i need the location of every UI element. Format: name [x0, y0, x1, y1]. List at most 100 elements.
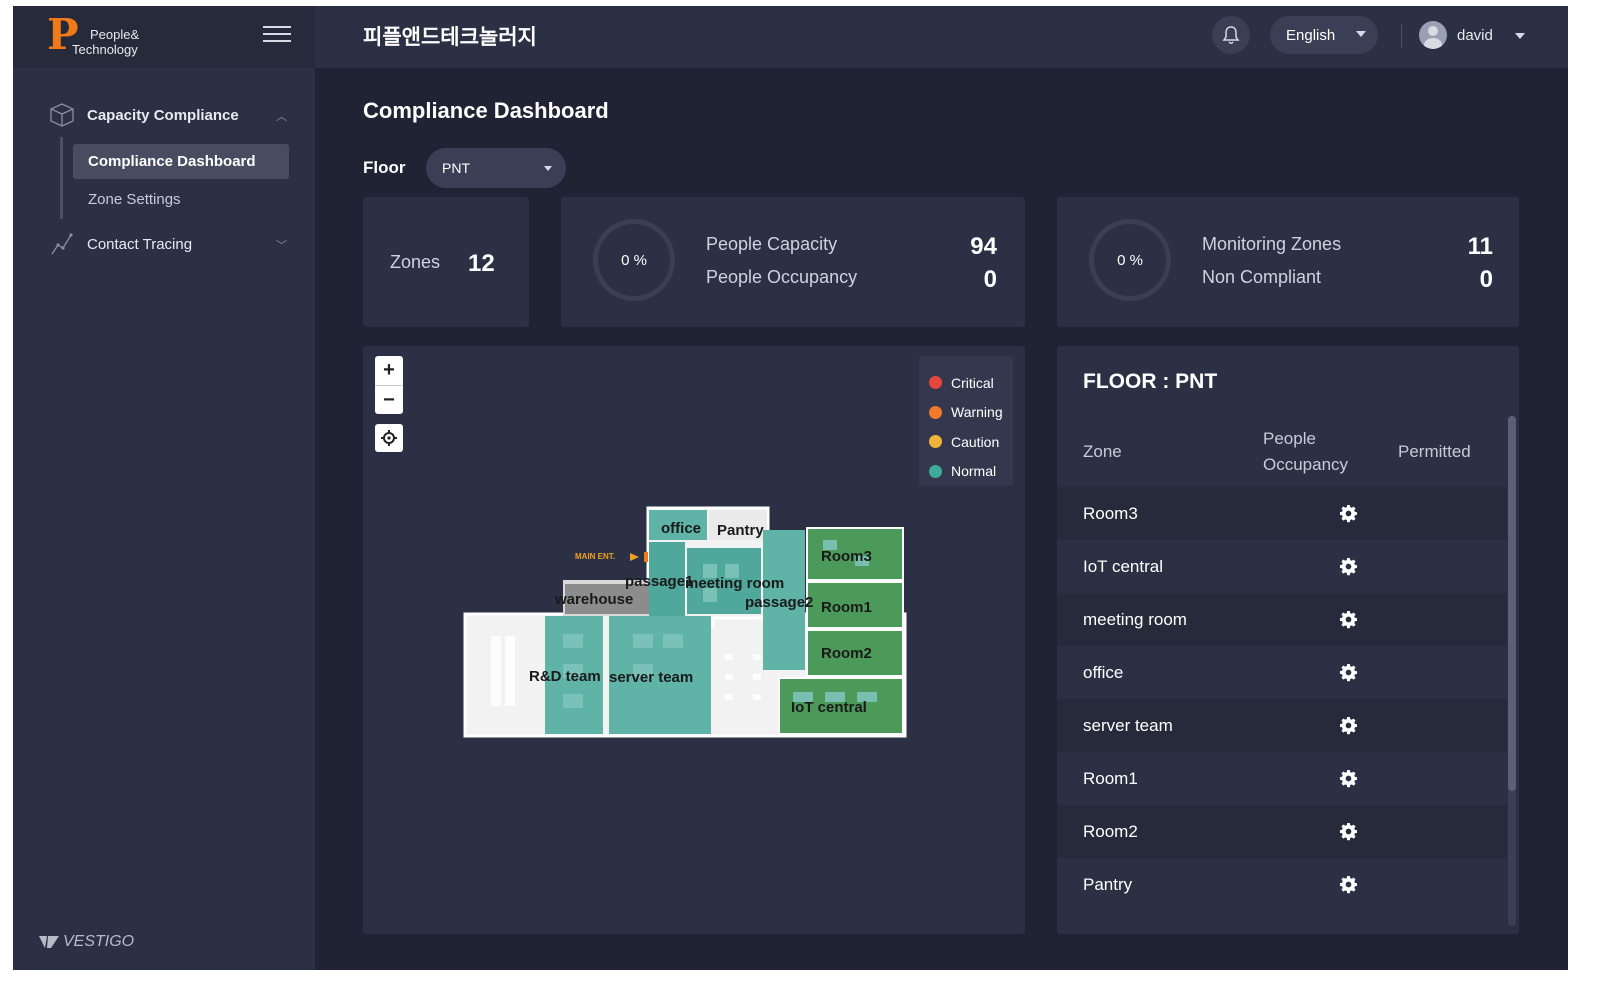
- topbar-divider: [1401, 24, 1402, 48]
- language-select[interactable]: English: [1270, 16, 1378, 54]
- table-row[interactable]: Pantry: [1057, 858, 1507, 911]
- locate-button[interactable]: [375, 424, 403, 452]
- zone-name: meeting room: [1083, 609, 1187, 629]
- caution-dot-icon: [929, 435, 942, 449]
- gear-icon[interactable]: [1339, 557, 1358, 576]
- room-label-passage2: passage2: [745, 594, 813, 611]
- legend-item-critical: Critical: [929, 368, 1013, 398]
- column-header-permitted[interactable]: Permitted: [1398, 439, 1471, 465]
- nav-group-capacity-compliance[interactable]: Capacity Compliance: [49, 101, 239, 129]
- legend-label: Critical: [951, 374, 994, 391]
- legend-label: Warning: [951, 404, 1003, 421]
- monitoring-zones-label: Monitoring Zones: [1202, 234, 1342, 254]
- zones-card: Zones 12: [363, 197, 529, 327]
- room-label-room2: Room2: [821, 645, 872, 662]
- logo-text-line1: People&: [90, 27, 140, 42]
- monitoring-percent: 0 %: [1117, 251, 1143, 269]
- table-scrollbar-thumb[interactable]: [1508, 416, 1516, 791]
- submenu-indicator-line: [60, 137, 63, 219]
- non-compliant-value: 0: [1479, 266, 1493, 293]
- app-window: P People& Technology Capacity Compliance…: [13, 6, 1568, 970]
- zone-name: server team: [1083, 715, 1173, 735]
- floor-label: Floor: [363, 158, 406, 177]
- chevron-down-icon[interactable]: ﹀: [276, 237, 287, 253]
- people-capacity-label: People Capacity: [706, 234, 838, 254]
- people-occupancy-label: People Occupancy: [706, 267, 858, 287]
- page-title: Compliance Dashboard: [363, 98, 609, 123]
- zone-name: Room1: [1083, 768, 1138, 788]
- table-row[interactable]: Room1: [1057, 752, 1507, 805]
- legend-item-warning: Warning: [929, 398, 1013, 428]
- critical-dot-icon: [929, 376, 942, 390]
- vestigo-logo: VESTIGO: [39, 933, 134, 951]
- table-scrollbar[interactable]: [1508, 416, 1516, 926]
- room-label-room3: Room3: [821, 548, 872, 565]
- bell-icon: [1222, 26, 1240, 44]
- legend-label: Normal: [951, 463, 997, 480]
- language-value: English: [1286, 26, 1336, 44]
- monitoring-card: 0 % Monitoring Zones 11 Non Compliant 0: [1057, 197, 1519, 327]
- main-entrance-label: MAIN ENT.: [575, 552, 615, 561]
- room-label-server-team: server team: [609, 669, 693, 686]
- zone-name: IoT central: [1083, 556, 1164, 576]
- zoom-out-button[interactable]: −: [375, 385, 403, 414]
- sidebar-item-compliance-dashboard[interactable]: Compliance Dashboard: [73, 144, 289, 179]
- room-label-passage1: passage1: [625, 573, 693, 590]
- company-name: 피플앤드테크놀러지: [363, 26, 537, 49]
- table-row[interactable]: Room2: [1057, 805, 1507, 858]
- logo-text-line2: Technology: [72, 42, 138, 57]
- table-row[interactable]: office: [1057, 646, 1507, 699]
- zone-name: Room3: [1083, 503, 1138, 523]
- caret-down-icon: [544, 166, 552, 171]
- people-card: 0 % People Capacity 94 People Occupancy …: [561, 197, 1025, 327]
- warning-dot-icon: [929, 405, 942, 419]
- legend-item-normal: Normal: [929, 457, 1013, 487]
- user-name: david: [1457, 26, 1493, 44]
- company-logo[interactable]: P People& Technology: [47, 10, 157, 60]
- logo-bar: P People& Technology: [13, 6, 315, 68]
- topbar: 피플앤드테크놀러지 English david: [315, 6, 1568, 68]
- sidebar-item-zone-settings[interactable]: Zone Settings: [73, 182, 289, 217]
- nav-group-label: Capacity Compliance: [87, 106, 239, 124]
- table-row[interactable]: meeting room: [1057, 593, 1507, 646]
- legend-label: Caution: [951, 433, 1000, 450]
- user-menu[interactable]: david: [1419, 16, 1529, 54]
- gear-icon[interactable]: [1339, 769, 1358, 788]
- caret-down-icon: [1515, 33, 1525, 39]
- floor-select-value: PNT: [442, 160, 470, 176]
- gear-icon[interactable]: [1339, 610, 1358, 629]
- hamburger-icon[interactable]: [263, 26, 291, 46]
- gear-icon[interactable]: [1339, 822, 1358, 841]
- monitoring-zones-value: 11: [1467, 233, 1493, 260]
- column-header-occupancy-line1[interactable]: People: [1263, 426, 1316, 452]
- floor-map-card: + − Critical Warning Caution Normal MAIN…: [363, 346, 1025, 934]
- room-label-room1: Room1: [821, 599, 872, 616]
- gear-icon[interactable]: [1339, 716, 1358, 735]
- column-header-occupancy-line2[interactable]: Occupancy: [1263, 452, 1348, 478]
- room-label-pantry: Pantry: [717, 522, 764, 539]
- gear-icon[interactable]: [1339, 663, 1358, 682]
- normal-dot-icon: [929, 464, 942, 478]
- gear-icon[interactable]: [1339, 875, 1358, 894]
- nav-group-contact-tracing[interactable]: Contact Tracing: [49, 230, 192, 258]
- zone-name: Pantry: [1083, 874, 1133, 894]
- chevron-up-icon[interactable]: ︿: [276, 108, 287, 124]
- floor-select[interactable]: PNT: [426, 148, 566, 188]
- gear-icon[interactable]: [1339, 504, 1358, 523]
- zones-label: Zones: [390, 252, 441, 272]
- table-row[interactable]: IoT central: [1057, 540, 1507, 593]
- notifications-button[interactable]: [1212, 16, 1250, 54]
- table-row[interactable]: server team: [1057, 699, 1507, 752]
- room-label-iot-central: IoT central: [791, 699, 867, 716]
- zoom-in-button[interactable]: +: [375, 356, 403, 385]
- map-legend: Critical Warning Caution Normal: [919, 356, 1013, 486]
- table-row[interactable]: Room3: [1057, 487, 1507, 540]
- column-header-zone[interactable]: Zone: [1083, 439, 1122, 465]
- floor-plan[interactable]: MAIN ENT. office Pantry Room3 passage1 m…: [463, 504, 913, 744]
- caret-down-icon: [1356, 31, 1366, 37]
- chart-line-icon: [51, 233, 73, 255]
- legend-item-caution: Caution: [929, 427, 1013, 457]
- monitoring-percent-gauge: 0 %: [1089, 219, 1171, 301]
- vestigo-mark-icon: [39, 936, 59, 948]
- sidebar: P People& Technology Capacity Compliance…: [13, 6, 315, 970]
